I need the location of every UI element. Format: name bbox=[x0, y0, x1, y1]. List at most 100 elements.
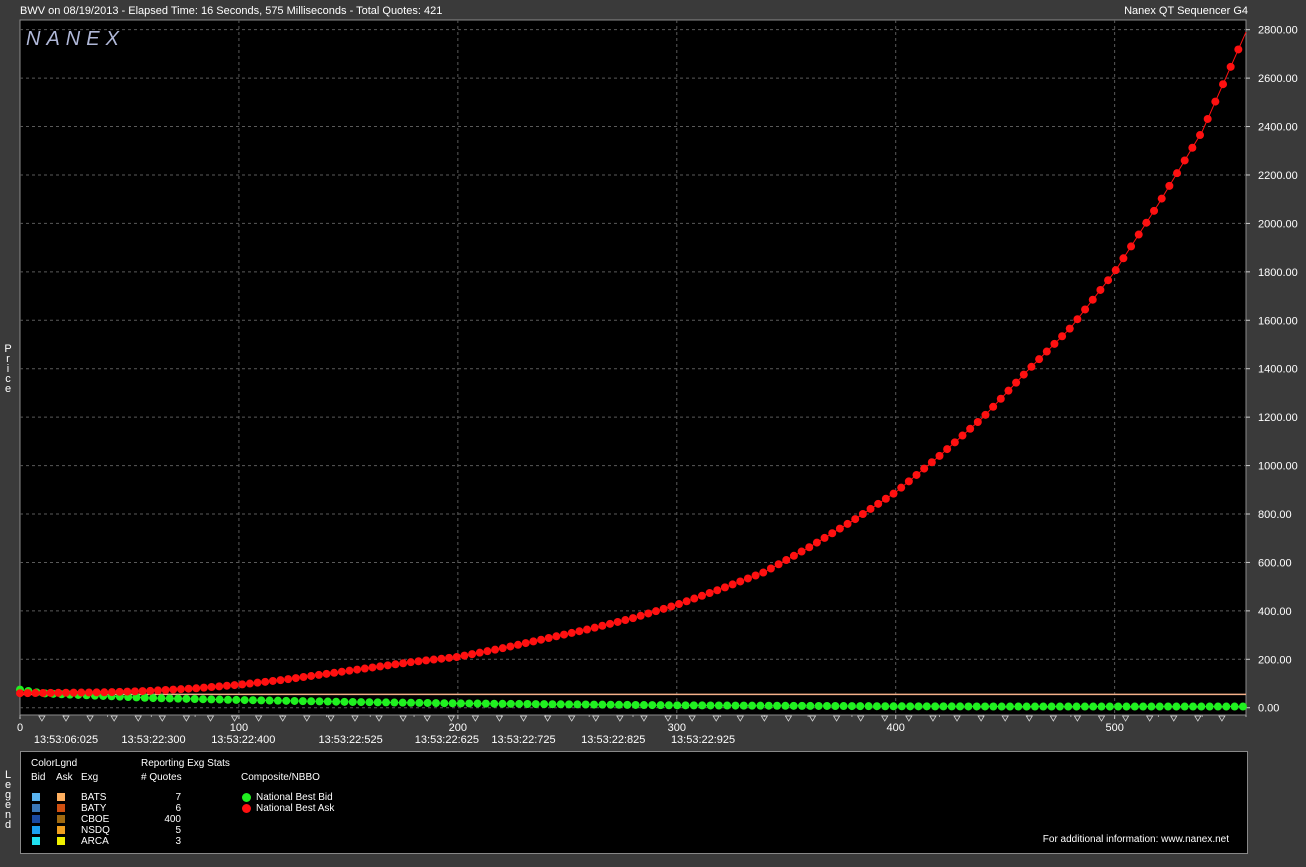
bid-point bbox=[814, 701, 823, 710]
bid-point bbox=[698, 701, 707, 710]
ask-point bbox=[743, 574, 752, 583]
ask-point bbox=[92, 688, 101, 697]
bid-point bbox=[1064, 702, 1073, 711]
bid-point bbox=[856, 702, 865, 711]
ask-point bbox=[1180, 156, 1189, 165]
ask-point bbox=[843, 519, 852, 528]
y-tick-label: 2000.00 bbox=[1258, 218, 1298, 230]
bid-point bbox=[997, 702, 1006, 711]
trade-marker bbox=[182, 715, 191, 722]
bid-point bbox=[223, 695, 232, 704]
ask-point bbox=[291, 674, 300, 683]
bid-color-swatch bbox=[32, 804, 40, 812]
bid-point bbox=[656, 701, 665, 710]
trade-marker bbox=[1001, 715, 1009, 722]
bid-point bbox=[981, 702, 990, 711]
bid-point bbox=[1097, 702, 1106, 711]
ask-point bbox=[682, 597, 691, 606]
ask-point bbox=[1203, 114, 1212, 123]
bid-point bbox=[931, 702, 940, 711]
ask-point bbox=[812, 538, 821, 547]
trade-marker bbox=[447, 715, 455, 722]
ask-point bbox=[1111, 266, 1120, 275]
y-tick-label: 600.00 bbox=[1258, 557, 1292, 569]
exchange-name: ARCA bbox=[81, 836, 109, 847]
ask-point bbox=[276, 676, 285, 685]
ask-point bbox=[192, 684, 201, 693]
bid-point bbox=[1030, 702, 1039, 711]
ask-point bbox=[468, 650, 477, 659]
trade-marker bbox=[303, 715, 311, 722]
y-tick-label: 2600.00 bbox=[1258, 73, 1298, 85]
bid-point bbox=[1222, 702, 1231, 711]
bid-point bbox=[1155, 702, 1164, 711]
bid-point bbox=[1080, 702, 1089, 711]
bid-point bbox=[1189, 702, 1198, 711]
ask-point bbox=[575, 627, 584, 636]
nbbo-label: National Best Ask bbox=[256, 803, 335, 814]
trade-marker bbox=[784, 715, 793, 722]
ask-point bbox=[544, 633, 553, 642]
trade-marker bbox=[519, 715, 528, 722]
reporting-title: Reporting Exg Stats bbox=[141, 758, 230, 769]
ask-point bbox=[598, 621, 607, 630]
ask-point bbox=[77, 688, 86, 697]
ask-point bbox=[284, 675, 293, 684]
ask-point bbox=[207, 683, 216, 692]
trade-marker bbox=[230, 715, 239, 722]
bid-point bbox=[506, 699, 515, 708]
trade-marker bbox=[832, 715, 841, 722]
ask-point bbox=[69, 688, 78, 697]
trade-marker bbox=[110, 715, 118, 722]
ask-point bbox=[897, 483, 906, 492]
ask-point bbox=[958, 431, 967, 440]
time-label: 13:53:22:625 bbox=[415, 734, 479, 746]
ask-point bbox=[483, 647, 492, 656]
ask-point bbox=[506, 642, 515, 651]
exchange-name: CBOE bbox=[81, 814, 110, 825]
trade-marker bbox=[471, 715, 480, 722]
ask-point bbox=[690, 594, 699, 603]
ask-point bbox=[636, 611, 645, 620]
ask-point bbox=[1096, 285, 1105, 294]
trade-marker bbox=[567, 715, 576, 722]
trade-marker bbox=[254, 715, 263, 722]
ask-point bbox=[774, 560, 783, 569]
ask-point bbox=[238, 680, 247, 689]
trade-marker bbox=[664, 715, 672, 722]
trade-marker bbox=[327, 715, 335, 722]
ask-point bbox=[1027, 362, 1036, 371]
bid-point bbox=[598, 700, 607, 709]
ask-point bbox=[130, 687, 139, 696]
ask-point bbox=[567, 628, 576, 637]
ask-point bbox=[828, 529, 837, 538]
ask-point bbox=[115, 687, 124, 696]
ask-point bbox=[1065, 324, 1074, 333]
trade-marker bbox=[953, 715, 961, 722]
ask-point bbox=[422, 656, 431, 665]
ask-point bbox=[1188, 143, 1197, 152]
ask-point bbox=[222, 681, 231, 690]
ask-point bbox=[498, 644, 507, 653]
trade-marker bbox=[856, 715, 865, 722]
trade-marker bbox=[1170, 715, 1178, 722]
trade-marker bbox=[1073, 715, 1082, 722]
trade-marker bbox=[86, 715, 94, 722]
time-label: 13:53:22:300 bbox=[121, 734, 185, 746]
ask-point bbox=[560, 630, 569, 639]
trade-marker bbox=[206, 715, 215, 722]
trade-marker bbox=[1049, 715, 1058, 722]
bid-point bbox=[614, 700, 623, 709]
trade-marker bbox=[543, 715, 552, 722]
bid-point bbox=[273, 696, 282, 705]
y-tick-label: 200.00 bbox=[1258, 654, 1292, 666]
ask-point bbox=[1127, 242, 1136, 251]
ask-point bbox=[138, 687, 147, 696]
ask-point bbox=[759, 568, 768, 577]
bid-point bbox=[590, 700, 599, 709]
bid-point bbox=[1130, 702, 1139, 711]
bid-point bbox=[523, 699, 532, 708]
trade-marker bbox=[38, 715, 46, 722]
ask-point bbox=[46, 688, 55, 697]
nbbo-label: National Best Bid bbox=[256, 792, 333, 803]
